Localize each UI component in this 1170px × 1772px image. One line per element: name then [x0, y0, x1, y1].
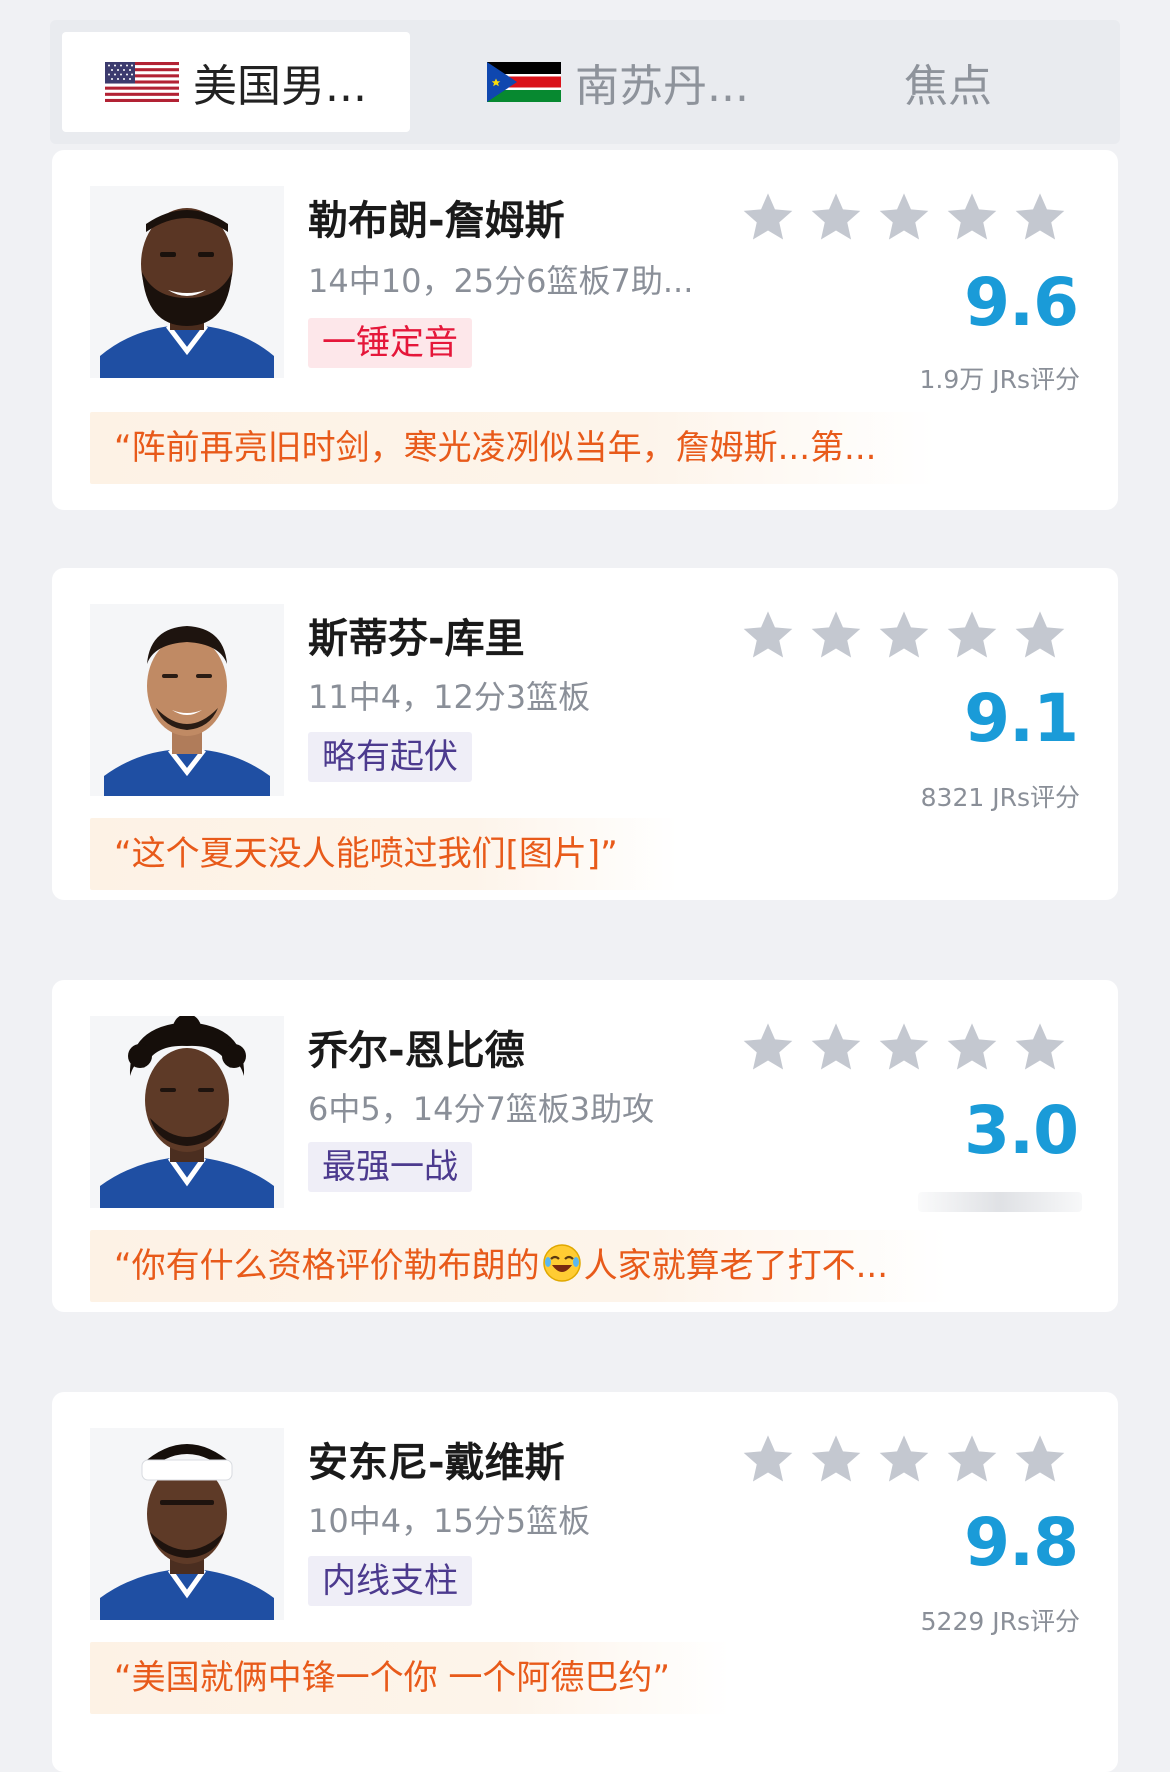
star-icon[interactable] [944, 608, 1000, 662]
rating-count: 5229 JRs评分 [920, 1607, 1080, 1636]
player-avatar [90, 604, 284, 796]
tab-focus-label: 焦点 [904, 61, 992, 112]
tab-usa[interactable]: 美国男... [62, 32, 410, 132]
us-flag-icon [105, 62, 180, 102]
tab-south-sudan[interactable]: 南苏丹... [448, 32, 788, 132]
star-icon[interactable] [876, 1432, 932, 1486]
player-tag: 最强一战 [308, 1142, 472, 1192]
star-icon[interactable] [808, 1432, 864, 1486]
star-icon[interactable] [944, 1020, 1000, 1074]
player-stat-line: 14中10，25分6篮板7助... [308, 262, 694, 300]
player-card[interactable]: 安东尼-戴维斯 10中4，15分5篮板 内线支柱 9.8 5229 JRs评分 … [52, 1392, 1118, 1772]
star-icon[interactable] [740, 1020, 796, 1074]
player-name: 安东尼-戴维斯 [308, 1440, 565, 1486]
star-rating[interactable] [740, 190, 1068, 244]
star-icon[interactable] [944, 190, 1000, 244]
player-stat-line: 11中4，12分3篮板 [308, 678, 591, 716]
player-tag: 一锤定音 [308, 318, 472, 368]
player-avatar [90, 1428, 284, 1620]
top-comment[interactable]: “这个夏天没人能喷过我们[图片]” [90, 818, 678, 890]
player-avatar [90, 186, 284, 378]
rating-count-placeholder [918, 1192, 1082, 1212]
star-icon[interactable] [1012, 608, 1068, 662]
top-comment[interactable]: “你有什么资格评价勒布朗的 人家就算老了打不... [90, 1230, 949, 1302]
tab-focus[interactable]: 焦点 [786, 32, 1110, 132]
rating-count: 8321 JRs评分 [920, 783, 1080, 812]
player-avatar [90, 1016, 284, 1208]
player-name: 乔尔-恩比德 [308, 1028, 525, 1074]
laughing-crying-emoji-icon [542, 1244, 581, 1282]
star-icon[interactable] [876, 190, 932, 244]
star-icon[interactable] [808, 608, 864, 662]
player-card[interactable]: 斯蒂芬-库里 11中4，12分3篮板 略有起伏 9.1 8321 JRs评分 “… [52, 568, 1118, 900]
star-icon[interactable] [944, 1432, 1000, 1486]
top-comment-text: “你有什么资格评价勒布朗的 [114, 1246, 540, 1286]
top-comment-text-continued: 人家就算老了打不... [583, 1246, 889, 1286]
star-icon[interactable] [876, 608, 932, 662]
player-name: 勒布朗-詹姆斯 [308, 198, 565, 244]
player-card[interactable]: 乔尔-恩比德 6中5，14分7篮板3助攻 最强一战 3.0 “你有什么资格评价勒… [52, 980, 1118, 1312]
star-icon[interactable] [876, 1020, 932, 1074]
player-score: 9.8 [964, 1504, 1079, 1581]
player-card[interactable]: 勒布朗-詹姆斯 14中10，25分6篮板7助... 一锤定音 9.6 1.9万 … [52, 150, 1118, 510]
star-icon[interactable] [1012, 190, 1068, 244]
player-stat-line: 10中4，15分5篮板 [308, 1502, 591, 1540]
star-icon[interactable] [808, 1020, 864, 1074]
south-sudan-flag-icon [487, 62, 562, 102]
player-score: 3.0 [964, 1092, 1079, 1169]
star-icon[interactable] [1012, 1432, 1068, 1486]
star-rating[interactable] [740, 1020, 1068, 1074]
player-tag: 内线支柱 [308, 1556, 472, 1606]
star-icon[interactable] [740, 190, 796, 244]
star-rating[interactable] [740, 608, 1068, 662]
team-tab-bar: 美国男... 南苏丹... 焦点 [50, 20, 1120, 144]
star-icon[interactable] [1012, 1020, 1068, 1074]
star-icon[interactable] [740, 1432, 796, 1486]
tab-south-sudan-label: 南苏丹... [575, 61, 749, 112]
player-tag: 略有起伏 [308, 732, 472, 782]
star-icon[interactable] [808, 190, 864, 244]
top-comment[interactable]: “阵前再亮旧时剑，寒光凌冽似当年，詹姆斯...第... [90, 412, 937, 484]
player-name: 斯蒂芬-库里 [308, 616, 525, 662]
player-stat-line: 6中5，14分7篮板3助攻 [308, 1090, 655, 1128]
rating-count: 1.9万 JRs评分 [919, 365, 1080, 394]
star-icon[interactable] [740, 608, 796, 662]
star-rating[interactable] [740, 1432, 1068, 1486]
tab-usa-label: 美国男... [193, 61, 367, 112]
player-score: 9.6 [964, 264, 1079, 341]
top-comment[interactable]: “美国就俩中锋一个你 一个阿德巴约” [90, 1642, 731, 1714]
player-score: 9.1 [964, 680, 1079, 757]
